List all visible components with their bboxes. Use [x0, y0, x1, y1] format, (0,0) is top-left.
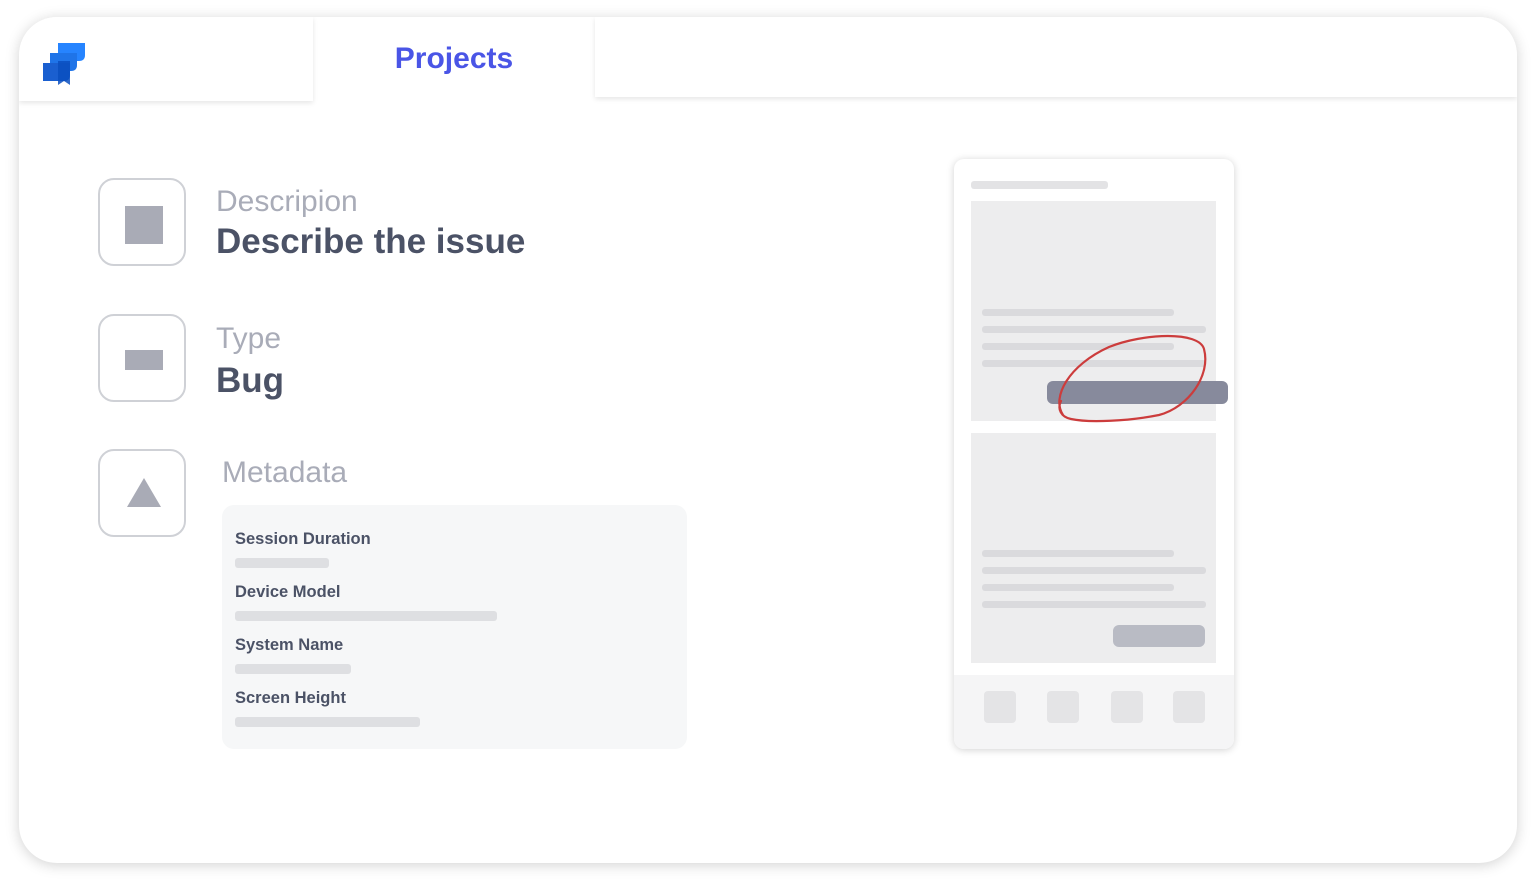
metadata-label: Metadata — [222, 456, 348, 489]
text-line-placeholder — [982, 601, 1206, 608]
text-line-placeholder — [982, 550, 1174, 557]
text-line-placeholder — [982, 567, 1206, 574]
metadata-card: Session Duration Device Model System Nam… — [222, 505, 687, 749]
description-label: Descripion — [216, 185, 358, 218]
text-line-placeholder — [982, 343, 1174, 350]
metadata-item-name: Session Duration — [235, 530, 371, 548]
tab-projects-label: Projects — [394, 42, 514, 75]
type-value[interactable]: Bug — [216, 361, 284, 401]
secondary-button[interactable] — [1113, 625, 1205, 647]
metadata-item-name: System Name — [235, 636, 344, 654]
type-field-icon-box — [98, 314, 186, 402]
phone-tab-bar — [954, 675, 1234, 749]
app-window: Projects Descripion Describe the issue T… — [19, 17, 1517, 863]
jira-logo-icon[interactable] — [41, 41, 87, 87]
triangle-icon — [127, 478, 161, 507]
square-icon — [125, 206, 163, 244]
rectangle-icon — [125, 350, 163, 370]
type-label: Type — [216, 322, 282, 355]
metadata-item-name: Screen Height — [235, 689, 346, 707]
text-line-placeholder — [982, 309, 1174, 316]
metadata-value-placeholder — [235, 558, 329, 568]
text-line-placeholder — [982, 326, 1206, 333]
text-line-placeholder — [982, 584, 1174, 591]
nav-icon-2[interactable] — [1047, 691, 1079, 723]
metadata-item-name: Device Model — [235, 583, 341, 601]
tab-projects[interactable]: Projects — [315, 17, 593, 101]
description-field-icon-box — [98, 178, 186, 266]
metadata-value-placeholder — [235, 664, 351, 674]
description-value[interactable]: Describe the issue — [216, 222, 525, 262]
nav-icon-3[interactable] — [1111, 691, 1143, 723]
logo-area — [19, 17, 313, 101]
metadata-value-placeholder — [235, 611, 497, 621]
metadata-field-icon-box — [98, 449, 186, 537]
text-line-placeholder — [982, 360, 1206, 367]
phone-title-placeholder — [971, 181, 1108, 189]
header-bar — [595, 17, 1517, 97]
nav-icon-4[interactable] — [1173, 691, 1205, 723]
highlighted-button[interactable] — [1047, 381, 1228, 404]
metadata-value-placeholder — [235, 717, 420, 727]
nav-icon-1[interactable] — [984, 691, 1016, 723]
phone-screenshot-preview[interactable] — [954, 159, 1234, 749]
